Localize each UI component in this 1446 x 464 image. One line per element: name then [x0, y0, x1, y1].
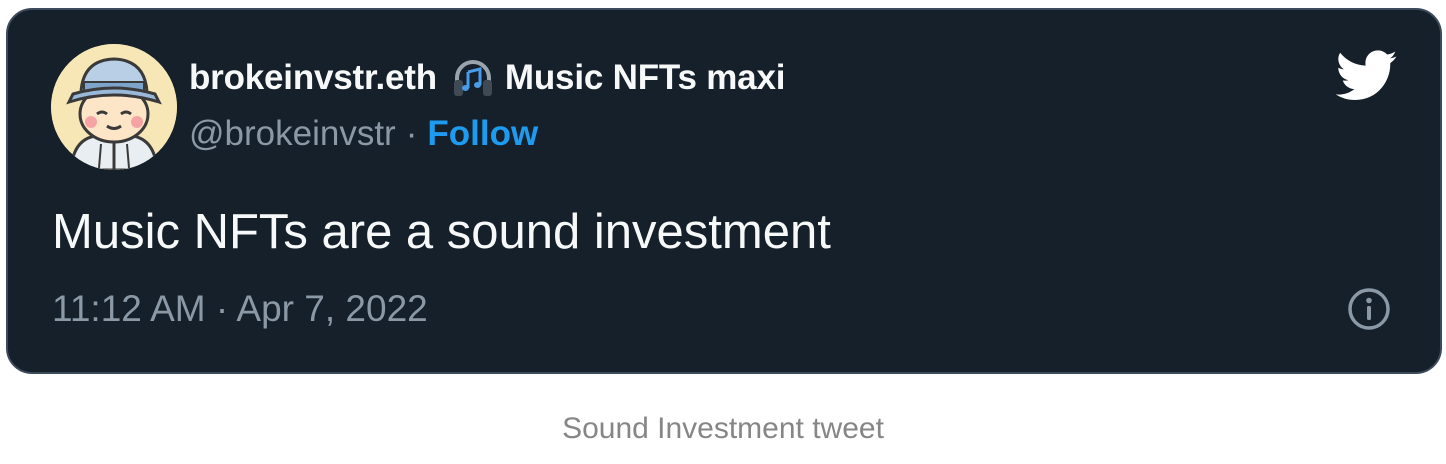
tweet-text: Music NFTs are a sound investment: [52, 205, 831, 259]
avatar-image: [51, 44, 177, 170]
follow-button[interactable]: Follow: [427, 114, 538, 154]
avatar[interactable]: [51, 44, 177, 170]
image-caption: Sound Investment tweet: [562, 412, 884, 445]
info-icon[interactable]: [1346, 286, 1392, 332]
author-handle[interactable]: @brokeinvstr: [189, 114, 396, 154]
author-name-row[interactable]: brokeinvstr.eth Music NFTs maxi: [189, 56, 785, 100]
author-display-name[interactable]: brokeinvstr.eth: [189, 58, 437, 98]
twitter-bird-icon[interactable]: [1335, 50, 1398, 102]
author-handle-row: @brokeinvstr · Follow: [189, 112, 538, 156]
embedded-tweet-card: brokeinvstr.eth Music NFTs maxi @brokein…: [6, 8, 1442, 374]
tweet-timestamp[interactable]: 11:12 AM · Apr 7, 2022: [52, 288, 428, 330]
separator-dot: ·: [405, 114, 418, 153]
author-display-name-suffix[interactable]: Music NFTs maxi: [505, 58, 786, 98]
headphones-icon: [451, 56, 495, 100]
